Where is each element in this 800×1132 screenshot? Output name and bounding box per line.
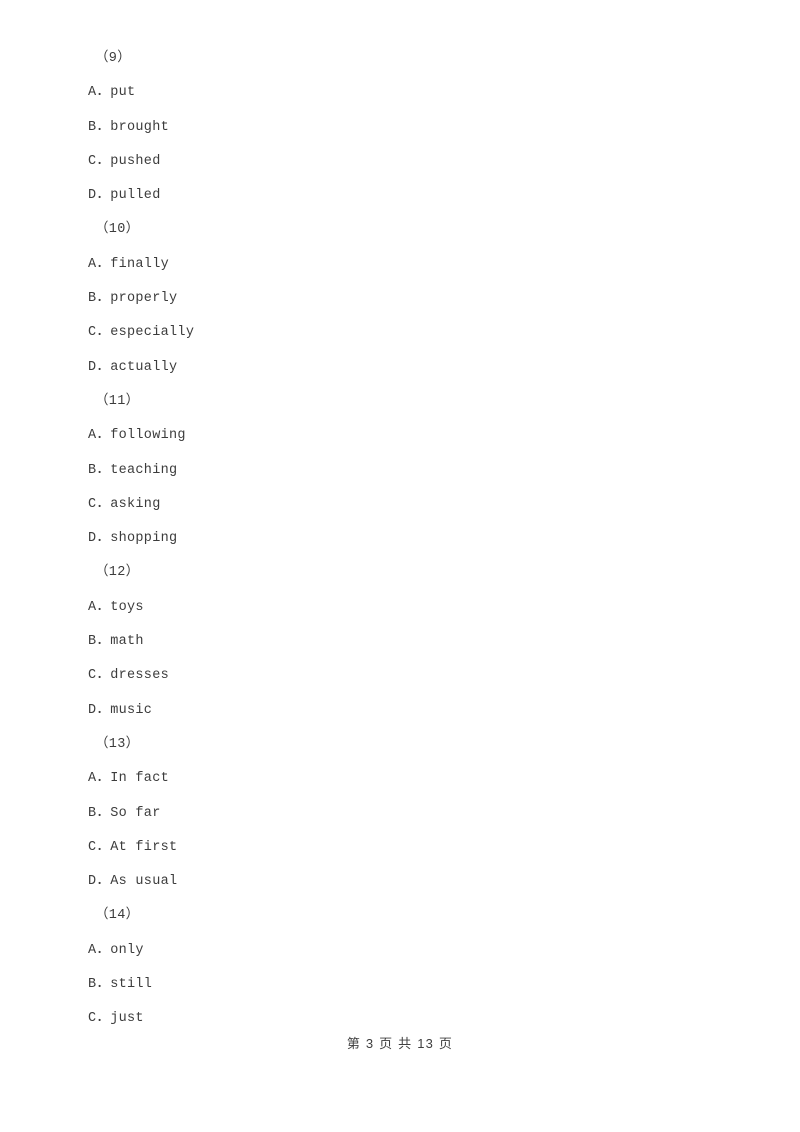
question-option[interactable]: D．As usual bbox=[0, 865, 800, 899]
page-footer: 第 3 页 共 13 页 bbox=[346, 1036, 454, 1051]
question-option[interactable]: D．music bbox=[0, 694, 800, 728]
question-option[interactable]: A．toys bbox=[0, 591, 800, 625]
question-block: （12） A．toys B．math C．dresses D．music bbox=[0, 556, 800, 727]
question-option[interactable]: C．dresses bbox=[0, 659, 800, 693]
question-option[interactable]: A．only bbox=[0, 934, 800, 968]
question-option[interactable]: A．finally bbox=[0, 248, 800, 282]
question-option[interactable]: C．just bbox=[0, 1002, 800, 1036]
top-margin bbox=[0, 0, 800, 42]
question-option[interactable]: B．So far bbox=[0, 797, 800, 831]
question-option[interactable]: A．put bbox=[0, 76, 800, 110]
question-option[interactable]: B．still bbox=[0, 968, 800, 1002]
question-block: （11） A．following B．teaching C．asking D．s… bbox=[0, 385, 800, 556]
question-block: （10） A．finally B．properly C．especially D… bbox=[0, 213, 800, 384]
question-number: （14） bbox=[95, 908, 140, 924]
question-option[interactable]: B．properly bbox=[0, 282, 800, 316]
question-option[interactable]: B．brought bbox=[0, 111, 800, 145]
question-option[interactable]: B．math bbox=[0, 625, 800, 659]
document-page: （9） A．put B．brought C．pushed D．pulled （1… bbox=[0, 0, 800, 1132]
question-number: （11） bbox=[95, 393, 140, 409]
question-list: （9） A．put B．brought C．pushed D．pulled （1… bbox=[0, 0, 800, 1037]
question-option[interactable]: A．In fact bbox=[0, 762, 800, 796]
question-block: （14） A．only B．still C．just bbox=[0, 899, 800, 1036]
question-option[interactable]: C．At first bbox=[0, 831, 800, 865]
question-number: （13） bbox=[95, 736, 140, 752]
question-option[interactable]: C．pushed bbox=[0, 145, 800, 179]
question-block: （13） A．In fact B．So far C．At first D．As … bbox=[0, 728, 800, 899]
question-number: （10） bbox=[95, 222, 140, 238]
question-option[interactable]: C．asking bbox=[0, 488, 800, 522]
question-option[interactable]: D．shopping bbox=[0, 522, 800, 556]
question-option[interactable]: A．following bbox=[0, 419, 800, 453]
question-number: （12） bbox=[95, 565, 140, 581]
question-option[interactable]: C．especially bbox=[0, 316, 800, 350]
question-option[interactable]: D．actually bbox=[0, 351, 800, 385]
question-option[interactable]: B．teaching bbox=[0, 454, 800, 488]
question-block: （9） A．put B．brought C．pushed D．pulled bbox=[0, 42, 800, 213]
question-number: （9） bbox=[95, 51, 132, 66]
question-option[interactable]: D．pulled bbox=[0, 179, 800, 213]
